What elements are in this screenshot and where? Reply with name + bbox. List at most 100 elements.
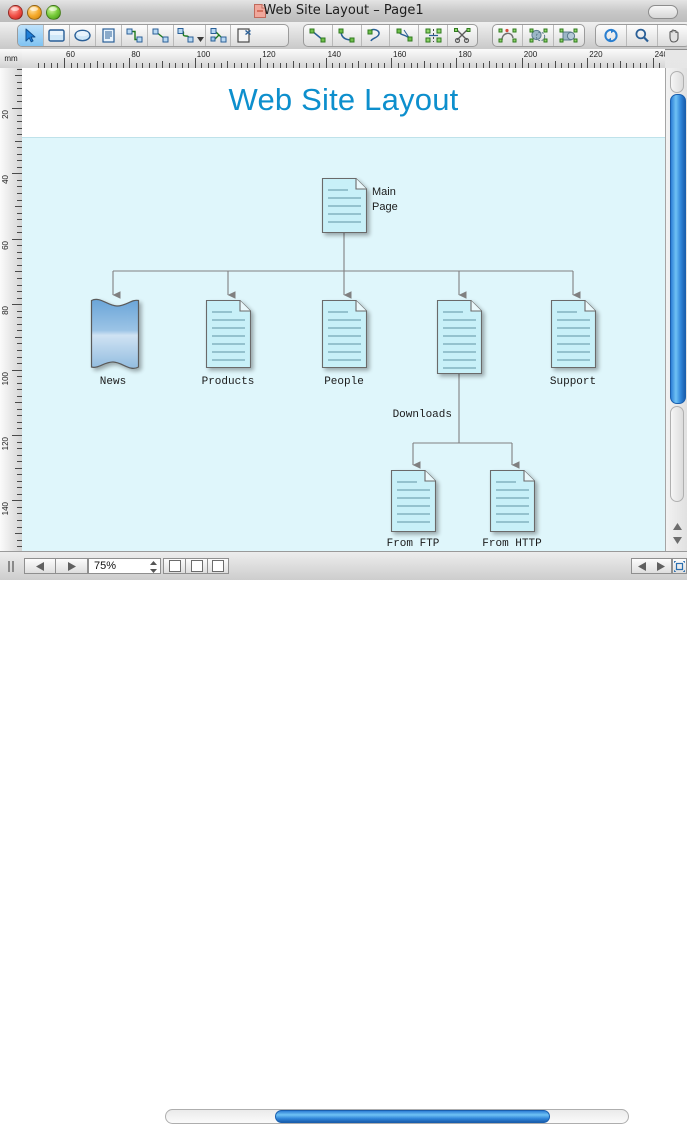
zoom-stepper-arrows-icon[interactable]	[149, 560, 158, 574]
hruler-label: 120	[262, 50, 276, 59]
hruler-label: 180	[458, 50, 472, 59]
node-news[interactable]	[90, 298, 140, 369]
hruler-tick	[522, 58, 523, 68]
vruler-label: 120	[1, 437, 10, 451]
toolbar-group-path-tools	[303, 24, 478, 47]
horizontal-ruler[interactable]: 60 80 100 120 140 160 180 200 220 240	[22, 49, 665, 69]
curve-segment-icon[interactable]	[333, 25, 362, 46]
arc-segment-icon[interactable]	[362, 25, 391, 46]
scroll-left-button[interactable]	[631, 558, 652, 574]
horizontal-scrollbar[interactable]	[165, 1103, 629, 1131]
vruler-tick	[15, 337, 22, 338]
page-next-button[interactable]	[56, 558, 88, 574]
node-main-label: Main	[372, 186, 396, 198]
hruler-label: 60	[66, 50, 75, 59]
node-people[interactable]	[321, 299, 368, 369]
hruler-tick	[64, 58, 65, 68]
vertical-scrollbar[interactable]	[665, 68, 687, 551]
node-products[interactable]	[205, 299, 252, 369]
hruler-tick	[293, 61, 294, 68]
vruler-tick	[12, 173, 22, 174]
vruler-tick	[15, 402, 22, 403]
toolbar-toggle-button[interactable]	[648, 5, 678, 19]
document-canvas[interactable]: Web Site Layout Main Page News Products …	[22, 68, 665, 551]
vruler-tick	[12, 108, 22, 109]
cut-path-icon[interactable]	[448, 25, 477, 46]
bezier-node-icon[interactable]	[390, 25, 420, 46]
node-fromftp-label: From FTP	[387, 538, 440, 550]
hruler-tick	[260, 58, 261, 68]
view-mode-1-button[interactable]	[163, 558, 185, 574]
node-fromftp[interactable]	[390, 469, 437, 533]
toolbar-group-draw-tools	[17, 24, 289, 47]
scroll-up-button[interactable]	[669, 519, 685, 533]
line-segment-icon[interactable]	[304, 25, 333, 46]
vruler-tick	[12, 370, 22, 371]
scroll-down-button[interactable]	[669, 533, 685, 547]
zoom-level-value: 75%	[94, 560, 117, 572]
node-fromhttp[interactable]	[489, 469, 536, 533]
view-mode-3-button[interactable]	[207, 558, 229, 574]
hruler-tick	[129, 58, 130, 68]
ellipse-icon[interactable]	[70, 25, 96, 46]
node-main[interactable]	[321, 177, 368, 234]
hruler-tick	[587, 58, 588, 68]
page-prev-button[interactable]	[24, 558, 56, 574]
node-downloads[interactable]	[436, 299, 483, 375]
hruler-tick	[391, 58, 392, 68]
hruler-label: 140	[327, 50, 341, 59]
vruler-tick	[15, 141, 22, 142]
hruler-tick	[489, 61, 490, 68]
rotate-shape-icon[interactable]	[493, 25, 524, 46]
hand-pan-icon[interactable]	[658, 25, 687, 46]
node-fromhttp-label: From HTTP	[482, 538, 542, 550]
union-shapes-icon[interactable]	[523, 25, 554, 46]
rounded-connector-icon[interactable]	[174, 25, 196, 46]
node-downloads-label: Downloads	[393, 409, 452, 421]
toolbar-group-view-tools	[595, 24, 687, 47]
pointer-select-icon[interactable]	[18, 25, 44, 46]
connector-dropdown-caret-icon[interactable]	[196, 25, 205, 46]
view-mode-group	[163, 558, 229, 574]
vertical-scroll-thumb[interactable]	[670, 94, 686, 404]
rectangle-icon[interactable]	[44, 25, 70, 46]
diagram-svg: Main Page News Products People Downloads…	[90, 177, 597, 550]
refresh-icon[interactable]	[596, 25, 627, 46]
vscroll-track-top[interactable]	[670, 71, 684, 93]
view-mode-2-button[interactable]	[185, 558, 207, 574]
node-products-label: Products	[202, 376, 255, 388]
window-title: Web Site Layout – Page1	[263, 3, 424, 18]
mirror-nodes-icon[interactable]	[419, 25, 449, 46]
node-people-label: People	[324, 376, 364, 388]
delete-node-icon[interactable]	[231, 25, 257, 46]
vruler-label: 20	[1, 110, 10, 119]
horizontal-scroll-thumb[interactable]	[275, 1110, 550, 1123]
toolbar-group-shape-ops	[492, 24, 585, 47]
view-mode-1-icon	[168, 560, 181, 572]
vscroll-track-bottom[interactable]	[670, 406, 684, 502]
straight-connector-icon[interactable]	[148, 25, 174, 46]
zoom-stepper[interactable]: 75%	[88, 558, 161, 574]
ruler-unit-label: mm	[0, 49, 23, 69]
hruler-label: 100	[196, 50, 211, 59]
hruler-label: 240	[654, 50, 665, 59]
tree-connector-icon[interactable]	[205, 25, 231, 46]
hruler-tick	[227, 61, 228, 68]
vruler-label: 80	[1, 306, 10, 316]
hruler-tick	[358, 61, 359, 68]
hruler-tick	[195, 58, 196, 68]
magnifier-icon[interactable]	[627, 25, 658, 46]
hruler-tick	[424, 61, 425, 68]
scroll-right-button[interactable]	[651, 558, 672, 574]
node-main-label-2: Page	[372, 201, 398, 213]
text-block-icon[interactable]	[96, 25, 122, 46]
vruler-label: 100	[1, 371, 10, 385]
vruler-tick	[15, 271, 22, 272]
orthogonal-connector-icon[interactable]	[122, 25, 148, 46]
fit-page-button[interactable]	[672, 558, 687, 574]
resize-grip-icon[interactable]	[5, 559, 17, 573]
vruler-tick	[15, 533, 22, 534]
node-support[interactable]	[550, 299, 597, 369]
group-shapes-icon[interactable]	[554, 25, 584, 46]
vertical-ruler[interactable]: 20 40 60 80 100 120 140	[0, 68, 23, 551]
